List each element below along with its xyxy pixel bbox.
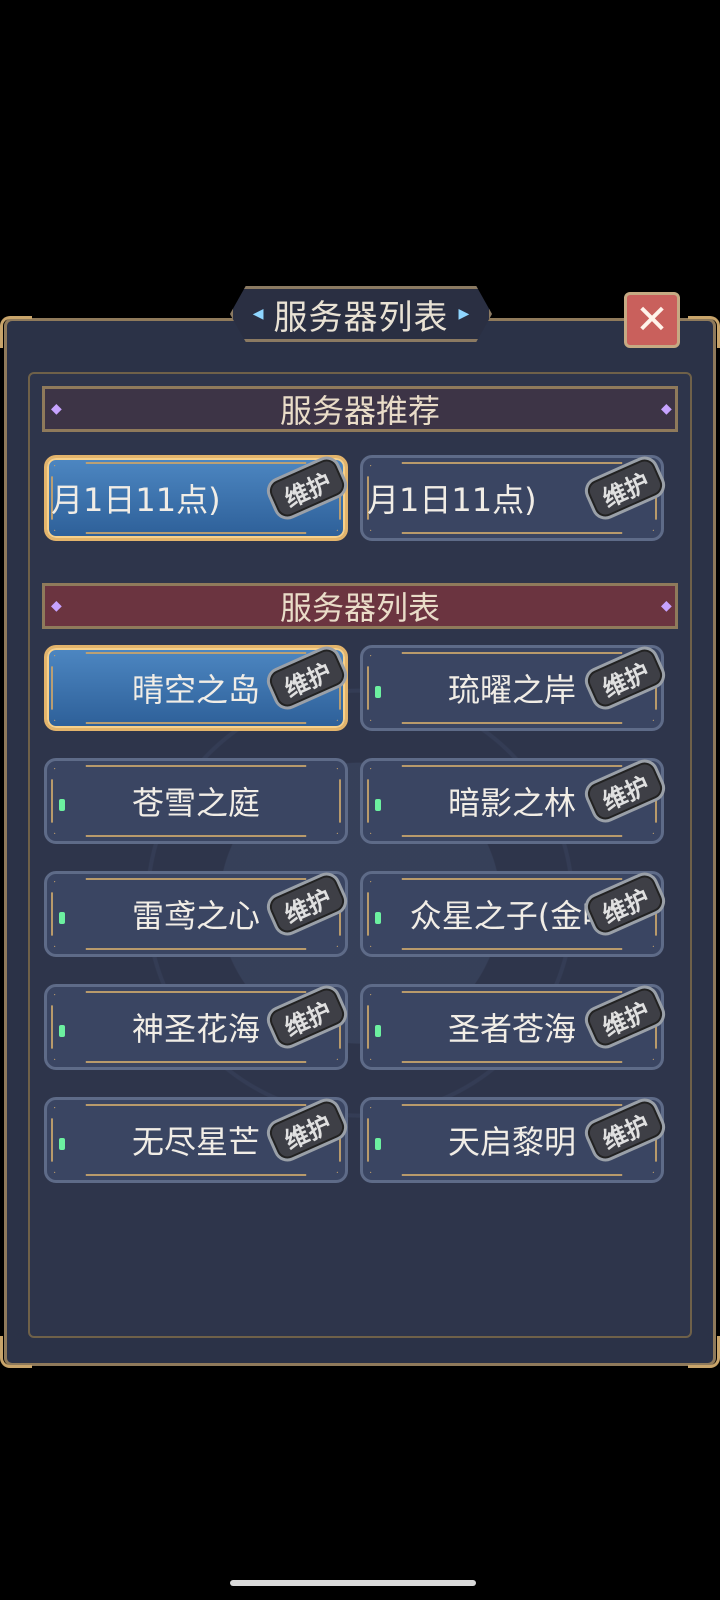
- corner-ornament: [688, 1336, 720, 1368]
- corner-ornament: [688, 316, 720, 348]
- server-list-header-label: 服务器列表: [279, 589, 440, 627]
- close-button[interactable]: ✕: [624, 292, 680, 348]
- recommend-header: ◆ 服务器推荐 ◆: [42, 386, 678, 432]
- server-name: 苍雪之庭: [131, 784, 260, 822]
- title-right-arrow-icon: ▶: [458, 306, 470, 322]
- title-left-arrow-icon: ◀: [252, 306, 264, 322]
- gem-icon: ◆: [51, 401, 62, 417]
- recommend-header-label: 服务器推荐: [279, 392, 440, 430]
- close-icon: ✕: [635, 297, 669, 343]
- server-list-header: ◆ 服务器列表 ◆: [42, 583, 678, 629]
- page-title: 服务器列表: [273, 297, 449, 338]
- server-item[interactable]: 苍雪之庭: [44, 758, 348, 844]
- home-indicator[interactable]: [230, 1580, 476, 1586]
- corner-ornament: [0, 1336, 32, 1368]
- corner-ornament: [0, 316, 32, 348]
- gem-icon: ◆: [661, 401, 672, 417]
- gem-icon: ◆: [51, 598, 62, 614]
- gem-icon: ◆: [661, 598, 672, 614]
- title-plate: ◀ 服务器列表 ▶: [230, 286, 492, 342]
